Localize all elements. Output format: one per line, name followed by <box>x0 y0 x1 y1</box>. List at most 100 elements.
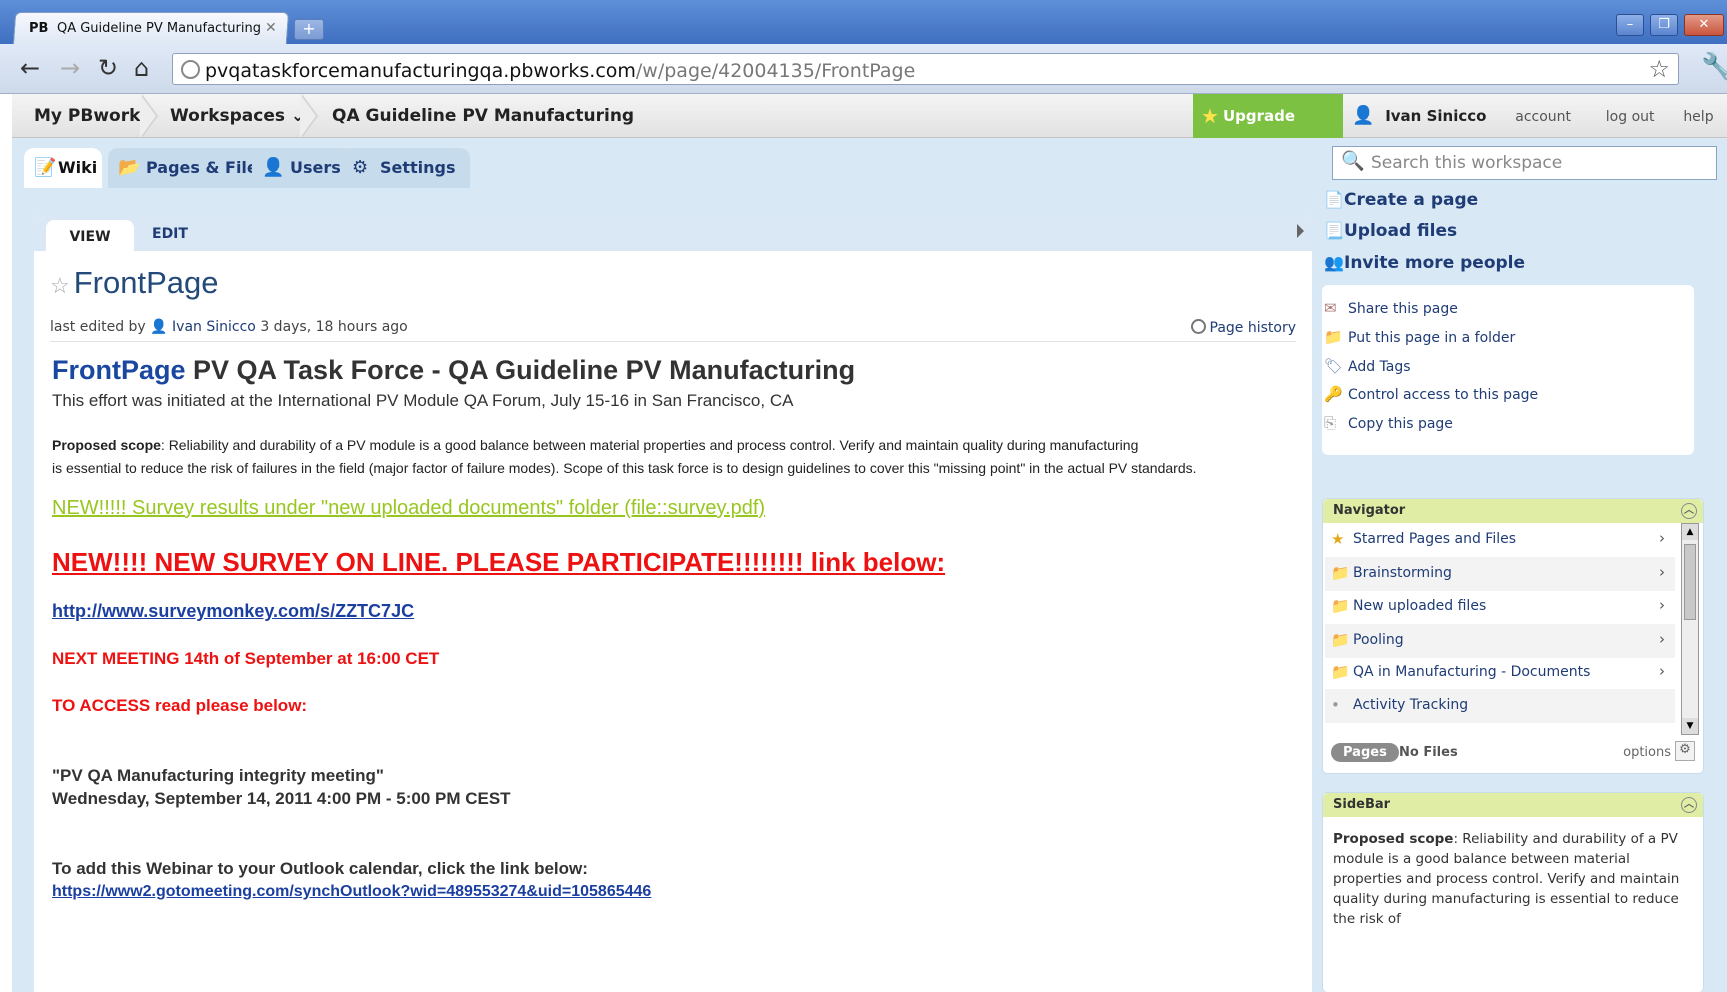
collapse-icon[interactable]: ︿ <box>1681 503 1697 519</box>
heading-text: PV QA Task Force - QA Guideline PV Manuf… <box>193 355 856 385</box>
nav-item-qa-manufacturing[interactable]: 📁 QA in Manufacturing - Documents › <box>1325 656 1675 690</box>
nav-item-pooling[interactable]: 📁 Pooling › <box>1325 624 1675 658</box>
invite-people-label: Invite more people <box>1344 253 1526 273</box>
nav-item-label: Pooling <box>1353 632 1404 648</box>
restore-icon[interactable]: ❐ <box>1650 14 1678 36</box>
folder-page-link[interactable]: 📁 Put this page in a folder <box>1324 328 1515 346</box>
tab-wiki-label: Wiki <box>58 158 98 177</box>
nav-item-label: Starred Pages and Files <box>1353 531 1517 547</box>
nav-item-starred[interactable]: ★ Starred Pages and Files › <box>1325 523 1675 557</box>
folder-icon: 📁 <box>1324 328 1343 346</box>
address-bar[interactable]: pvqataskforcemanufacturingqa.pbworks.com… <box>172 53 1679 85</box>
logout-link[interactable]: log out <box>1606 109 1655 125</box>
view-edit-bar: VIEW EDIT <box>34 213 1312 251</box>
chevron-right-icon: › <box>1659 630 1665 648</box>
key-icon: 🔑 <box>1324 385 1343 403</box>
help-link[interactable]: help <box>1683 109 1713 125</box>
divider <box>50 341 1296 342</box>
clock-icon <box>1190 319 1206 334</box>
workspaces-menu[interactable]: Workspaces ⌄ <box>170 94 305 138</box>
new-survey-notice[interactable]: NEW!!!! NEW SURVEY ON LINE. PLEASE PARTI… <box>52 547 945 578</box>
last-edited-user[interactable]: Ivan Sinicco <box>172 319 256 335</box>
navigator-scrollbar[interactable]: ▲ ▼ <box>1681 523 1699 735</box>
scope-text-1: : Reliability and durability of a PV mod… <box>160 437 1139 453</box>
frontpage-link[interactable]: FrontPage <box>52 355 186 385</box>
outlook-link[interactable]: https://www2.gotomeeting.com/synchOutloo… <box>52 883 651 901</box>
breadcrumb-separator <box>300 94 318 138</box>
gear-icon[interactable]: ⚙ <box>1675 741 1695 761</box>
sidebar-header: SideBar ︿ <box>1323 793 1703 817</box>
control-access-link[interactable]: 🔑 Control access to this page <box>1324 385 1538 403</box>
invite-people-button[interactable]: 👥Invite more people <box>1324 253 1525 273</box>
add-tags-link[interactable]: 🏷 Add Tags <box>1324 357 1411 375</box>
nav-item-label: New uploaded files <box>1353 598 1487 614</box>
navigator-footer: Pages No Files options ⚙ <box>1325 735 1701 773</box>
tab-title: QA Guideline PV Manufacturing <box>56 21 261 36</box>
user-small-icon: 👤 <box>150 319 168 335</box>
sidebar-panel: SideBar ︿ Proposed scope: Reliability and… <box>1322 792 1704 992</box>
control-access-label: Control access to this page <box>1348 387 1539 403</box>
minimize-icon[interactable]: – <box>1616 14 1644 36</box>
last-edited-time: 3 days, 18 hours ago <box>260 319 408 335</box>
upgrade-button[interactable]: ★Upgrade Now! <box>1193 94 1343 169</box>
reload-icon[interactable]: ↻ <box>98 54 118 82</box>
edit-tab[interactable]: EDIT <box>152 220 188 251</box>
tab-users[interactable]: 👤 Users <box>252 148 355 188</box>
nav-item-label: QA in Manufacturing - Documents <box>1353 664 1591 680</box>
nav-item-brainstorming[interactable]: 📁 Brainstorming › <box>1325 557 1675 591</box>
workspace-tabs: 📝 Wiki 📂 Pages & Files 👤 Users ⚙ Settings 🔍 S… <box>12 138 1727 190</box>
back-arrow-icon[interactable]: ← <box>20 54 40 82</box>
folder-page-label: Put this page in a folder <box>1348 330 1516 346</box>
bullet-icon: • <box>1331 696 1340 714</box>
search-placeholder: Search this workspace <box>1371 153 1563 173</box>
page-history-link[interactable]: Page history <box>1190 319 1297 336</box>
page-history-label: Page history <box>1209 320 1297 336</box>
tab-wiki[interactable]: 📝 Wiki <box>24 148 102 188</box>
options-link[interactable]: options <box>1623 745 1671 760</box>
close-window-icon[interactable]: ✕ <box>1684 14 1724 36</box>
pbworks-topbar: My PBworks Workspaces ⌄ QA Guideline PV … <box>12 94 1727 169</box>
folder-icon: 📁 <box>1331 597 1350 615</box>
chevron-right-icon: › <box>1659 596 1665 614</box>
expand-arrow-icon[interactable] <box>1297 224 1304 238</box>
star-icon: ★ <box>1331 530 1345 548</box>
account-link[interactable]: account <box>1515 109 1571 125</box>
browser-tab[interactable]: PB QA Guideline PV Manufacturing ✕ <box>12 12 290 44</box>
user-name[interactable]: Ivan Sinicco <box>1385 107 1486 125</box>
tab-settings[interactable]: ⚙ Settings <box>342 148 470 188</box>
workspace-title[interactable]: QA Guideline PV Manufacturing <box>332 94 634 138</box>
copy-page-link[interactable]: ⎘ Copy this page <box>1324 414 1453 432</box>
wrench-icon[interactable]: 🔧 <box>1701 52 1727 82</box>
no-files-button[interactable]: No Files <box>1399 745 1458 760</box>
page-title: ☆ FrontPage <box>50 265 219 301</box>
new-tab-button[interactable]: + <box>294 19 324 40</box>
scroll-thumb[interactable] <box>1684 544 1696 620</box>
tab-users-label: Users <box>290 158 341 177</box>
share-page-label: Share this page <box>1348 301 1458 317</box>
add-tags-label: Add Tags <box>1348 359 1411 375</box>
navigator-panel: Navigator ︿ ★ Starred Pages and Files › 📁 Br… <box>1322 498 1704 774</box>
search-input[interactable]: 🔍 Search this workspace <box>1332 146 1717 180</box>
tag-icon: 🏷 <box>1324 357 1344 375</box>
bookmark-star-icon[interactable]: ☆ <box>1648 55 1670 83</box>
forward-arrow-icon[interactable]: → <box>60 54 80 82</box>
nav-item-new-uploaded[interactable]: 📁 New uploaded files › <box>1325 590 1675 624</box>
star-icon[interactable]: ☆ <box>50 273 70 298</box>
meeting-time: Wednesday, September 14, 2011 4:00 PM - … <box>52 789 511 808</box>
tab-close-icon[interactable]: ✕ <box>265 20 277 36</box>
upload-files-button[interactable]: 📃Upload files <box>1324 221 1457 241</box>
pages-button[interactable]: Pages <box>1331 743 1399 762</box>
survey-link[interactable]: http://www.surveymonkey.com/s/ZZTC7JC <box>52 601 414 622</box>
survey-results-link[interactable]: NEW!!!!! Survey results under "new uploa… <box>52 497 765 520</box>
scroll-up-icon[interactable]: ▲ <box>1682 524 1698 540</box>
create-page-button[interactable]: 📄Create a page <box>1324 190 1478 210</box>
scroll-down-icon[interactable]: ▼ <box>1682 718 1698 734</box>
home-icon[interactable]: ⌂ <box>134 54 149 82</box>
collapse-icon[interactable]: ︿ <box>1681 797 1697 813</box>
my-pbworks-link[interactable]: My PBworks <box>34 94 151 138</box>
share-page-link[interactable]: ✉ Share this page <box>1324 299 1458 317</box>
nav-item-activity[interactable]: • Activity Tracking <box>1325 689 1675 723</box>
view-tab[interactable]: VIEW <box>46 220 134 251</box>
folder-icon: 📁 <box>1331 564 1350 582</box>
workspaces-label: Workspaces <box>170 106 285 126</box>
